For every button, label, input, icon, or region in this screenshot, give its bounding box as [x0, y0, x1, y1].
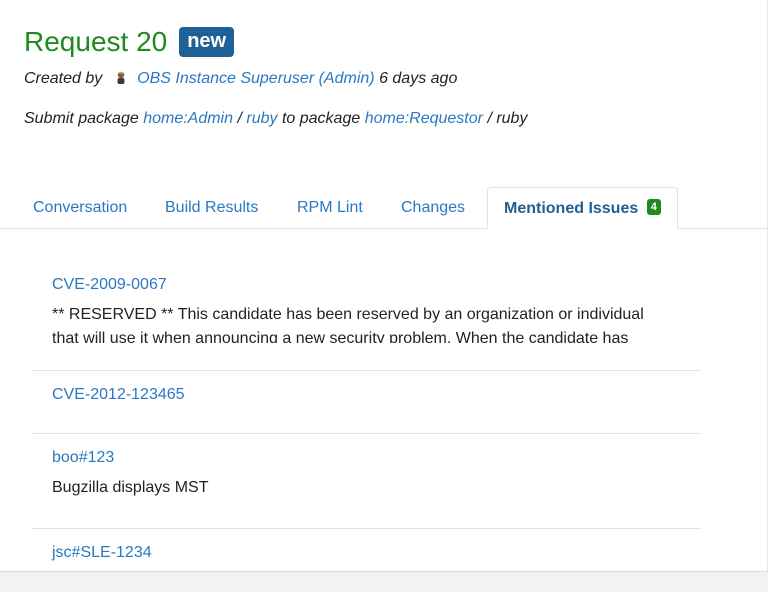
source-package-link[interactable]: ruby — [246, 110, 277, 127]
tab-mentioned-issues[interactable]: Mentioned Issues 4 — [487, 187, 678, 229]
avatar — [113, 70, 129, 86]
creator-link[interactable]: OBS Instance Superuser (Admin) — [137, 70, 374, 87]
issue-description: ** RESERVED ** This candidate has been r… — [52, 306, 644, 343]
tab-changes[interactable]: Changes — [385, 187, 481, 228]
status-badge: new — [179, 27, 235, 57]
issue-link[interactable]: CVE-2009-0067 — [52, 275, 701, 295]
tab-label: RPM Lint — [297, 199, 363, 216]
path-separator: / — [237, 110, 242, 127]
list-item: boo#123 Bugzilla displays MST — [32, 448, 701, 529]
list-item: CVE-2012-123465 — [32, 385, 701, 434]
submit-prefix: Submit package — [24, 110, 139, 127]
page-title: Request 20 — [24, 26, 168, 57]
request-meta: Created by OBS Instance Superuser (Admin… — [24, 70, 457, 88]
submit-description: Submit package home:Admin / ruby to pack… — [24, 110, 527, 128]
submit-middle-text: to package — [281, 110, 361, 127]
mentioned-issues-list: CVE-2009-0067 ** RESERVED ** This candid… — [32, 265, 701, 592]
request-tabs: Conversation Build Results RPM Lint Chan… — [0, 187, 767, 229]
list-item: jsc#SLE-1234 — [32, 543, 701, 592]
source-project-link[interactable]: home:Admin — [143, 110, 233, 127]
issue-link[interactable]: jsc#SLE-1234 — [52, 543, 701, 563]
tab-rpm-lint[interactable]: RPM Lint — [281, 187, 379, 228]
target-package-text: / ruby — [487, 110, 528, 127]
request-header: Request 20 new — [24, 25, 235, 59]
list-item: CVE-2009-0067 ** RESERVED ** This candid… — [32, 275, 701, 371]
issue-description: Bugzilla displays MST — [52, 479, 209, 496]
tab-label: Changes — [401, 199, 466, 216]
target-project-link[interactable]: home:Requestor — [365, 110, 483, 127]
tab-conversation[interactable]: Conversation — [17, 187, 143, 228]
tab-label: Build Results — [165, 199, 259, 216]
tab-build-results[interactable]: Build Results — [149, 187, 274, 228]
title-row: Request 20 new — [24, 25, 235, 59]
issue-link[interactable]: boo#123 — [52, 448, 701, 468]
request-card: Request 20 new Created by OBS Instance S… — [0, 0, 768, 572]
user-avatar-icon — [117, 71, 125, 84]
created-time: 6 days ago — [379, 70, 458, 87]
issue-link[interactable]: CVE-2012-123465 — [52, 385, 701, 405]
tab-label: Conversation — [33, 199, 128, 216]
tab-label: Mentioned Issues — [504, 200, 639, 217]
issues-count-badge: 4 — [646, 199, 661, 215]
created-by-label: Created by — [24, 70, 103, 87]
